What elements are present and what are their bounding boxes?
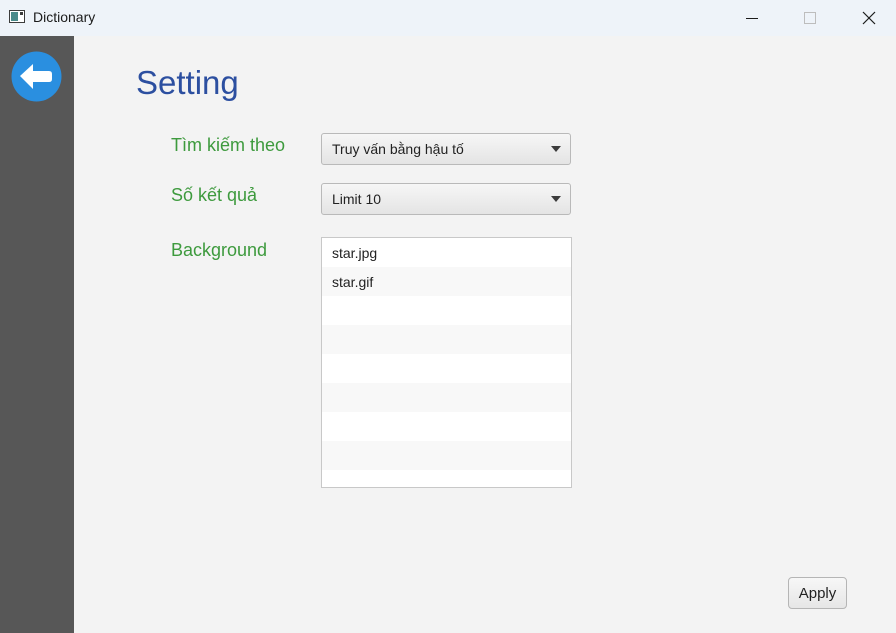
sidebar	[0, 36, 74, 633]
minimize-icon	[746, 18, 758, 19]
list-item[interactable]	[322, 354, 571, 383]
result-count-value: Limit 10	[332, 191, 382, 207]
list-item[interactable]	[322, 296, 571, 325]
search-by-dropdown[interactable]: Truy vấn bằng hậu tố	[321, 133, 571, 165]
list-item[interactable]	[322, 441, 571, 470]
result-count-label: Số kết quả	[171, 185, 258, 205]
close-button[interactable]	[846, 0, 892, 36]
search-by-value: Truy vấn bằng hậu tố	[332, 141, 464, 157]
window-title: Dictionary	[33, 9, 96, 25]
close-icon	[862, 11, 876, 25]
list-item[interactable]	[322, 325, 571, 354]
title-bar: Dictionary	[0, 0, 896, 36]
list-item[interactable]	[322, 383, 571, 412]
minimize-button[interactable]	[729, 0, 775, 36]
app-window-icon	[9, 10, 25, 23]
list-item[interactable]	[322, 470, 571, 487]
list-item[interactable]	[322, 412, 571, 441]
back-button[interactable]	[11, 51, 62, 102]
list-item[interactable]: star.jpg	[322, 238, 571, 267]
list-item[interactable]: star.gif	[322, 267, 571, 296]
arrow-left-circle-icon	[11, 51, 62, 102]
background-list[interactable]: star.jpg star.gif	[321, 237, 572, 488]
chevron-down-icon	[551, 146, 561, 152]
result-count-dropdown[interactable]: Limit 10	[321, 183, 571, 215]
background-label: Background	[171, 240, 268, 260]
maximize-icon	[804, 12, 816, 24]
maximize-button[interactable]	[787, 0, 833, 36]
page-title: Setting	[136, 64, 239, 101]
search-by-label: Tìm kiếm theo	[171, 135, 286, 155]
chevron-down-icon	[551, 196, 561, 202]
apply-button[interactable]: Apply	[788, 577, 847, 609]
